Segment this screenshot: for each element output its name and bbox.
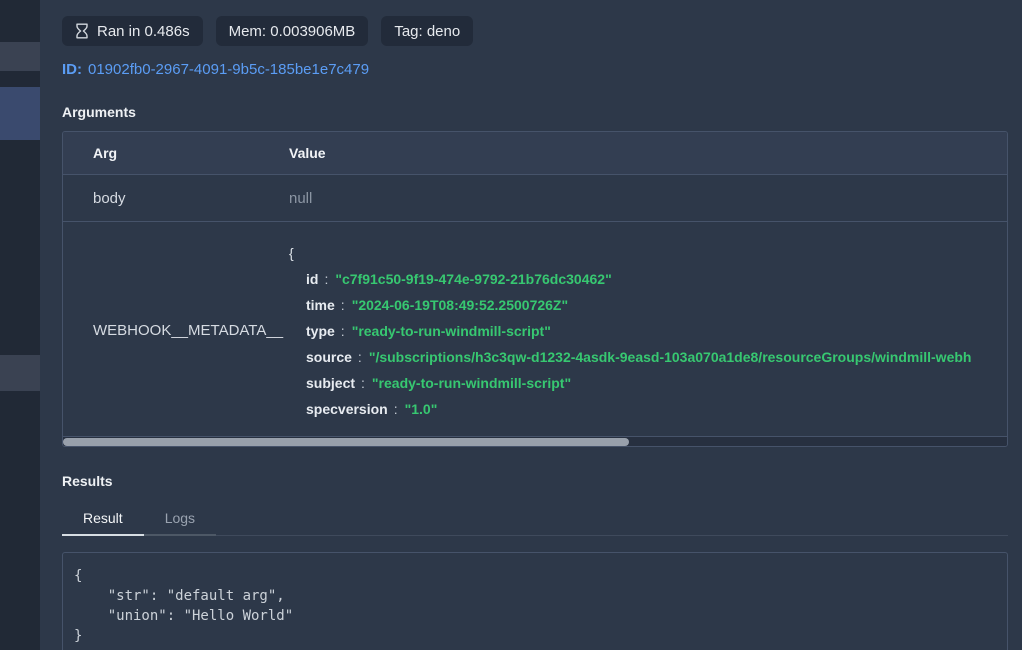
arguments-table-header: Arg Value	[63, 132, 1007, 174]
arg-column-header: Arg	[63, 132, 289, 174]
job-id-label: ID:	[62, 61, 82, 78]
horizontal-scrollbar[interactable]	[63, 436, 1007, 446]
job-id-line: ID: 01902fb0-2967-4091-9b5c-185be1e7c479	[62, 61, 1008, 78]
sidebar-item-active[interactable]	[0, 87, 40, 140]
json-line: type:"ready-to-run-windmill-script"	[289, 318, 1007, 344]
arg-value: null	[289, 175, 1007, 221]
code-line: "str": "default arg",	[74, 586, 996, 606]
table-row-metadata: WEBHOOK__METADATA__ { id:"c7f91c50-9f19-…	[63, 221, 1007, 436]
json-line: specversion:"1.0"	[289, 396, 1007, 422]
code-line: "union": "Hello World"	[74, 606, 996, 626]
result-json-viewer: { "str": "default arg", "union": "Hello …	[62, 552, 1008, 650]
arg-value-json: { id:"c7f91c50-9f19-474e-9792-21b76dc304…	[289, 238, 1007, 422]
tag-badge: Tag: deno	[381, 16, 473, 46]
tag-badge-label: Tag: deno	[394, 23, 460, 40]
horizontal-scrollbar-thumb[interactable]	[63, 438, 629, 446]
code-line: {	[74, 566, 996, 586]
json-line: subject:"ready-to-run-windmill-script"	[289, 370, 1007, 396]
runtime-badge: Ran in 0.486s	[62, 16, 203, 46]
job-run-panel: Ran in 0.486s Mem: 0.003906MB Tag: deno …	[40, 0, 1022, 650]
json-line: source:"/subscriptions/h3c3qw-d1232-4asd…	[289, 344, 1007, 370]
tab-result[interactable]: Result	[62, 503, 144, 536]
json-line: id:"c7f91c50-9f19-474e-9792-21b76dc30462…	[289, 266, 1007, 292]
memory-badge-label: Mem: 0.003906MB	[229, 23, 356, 40]
json-line: time:"2024-06-19T08:49:52.2500726Z"	[289, 292, 1007, 318]
arguments-title: Arguments	[62, 104, 1008, 120]
code-line: }	[74, 626, 996, 646]
sidebar-item[interactable]	[0, 355, 40, 391]
value-column-header: Value	[289, 132, 1007, 174]
memory-badge: Mem: 0.003906MB	[216, 16, 369, 46]
sidebar-item[interactable]	[0, 42, 40, 71]
table-row-body: body null	[63, 174, 1007, 221]
results-tabbar: Result Logs	[62, 503, 1008, 536]
tab-logs[interactable]: Logs	[144, 503, 216, 536]
arg-name: body	[63, 175, 289, 221]
arg-name: WEBHOOK__METADATA__	[63, 238, 289, 422]
json-open-brace: {	[289, 240, 1007, 266]
job-id-link[interactable]: 01902fb0-2967-4091-9b5c-185be1e7c479	[88, 61, 369, 78]
collapsed-sidebar	[0, 0, 40, 650]
job-stats-row: Ran in 0.486s Mem: 0.003906MB Tag: deno	[62, 16, 1008, 46]
runtime-badge-label: Ran in 0.486s	[97, 23, 190, 40]
arguments-table: Arg Value body null WEBHOOK__METADATA__ …	[62, 131, 1008, 447]
hourglass-icon	[75, 23, 89, 39]
results-title: Results	[62, 473, 1008, 489]
